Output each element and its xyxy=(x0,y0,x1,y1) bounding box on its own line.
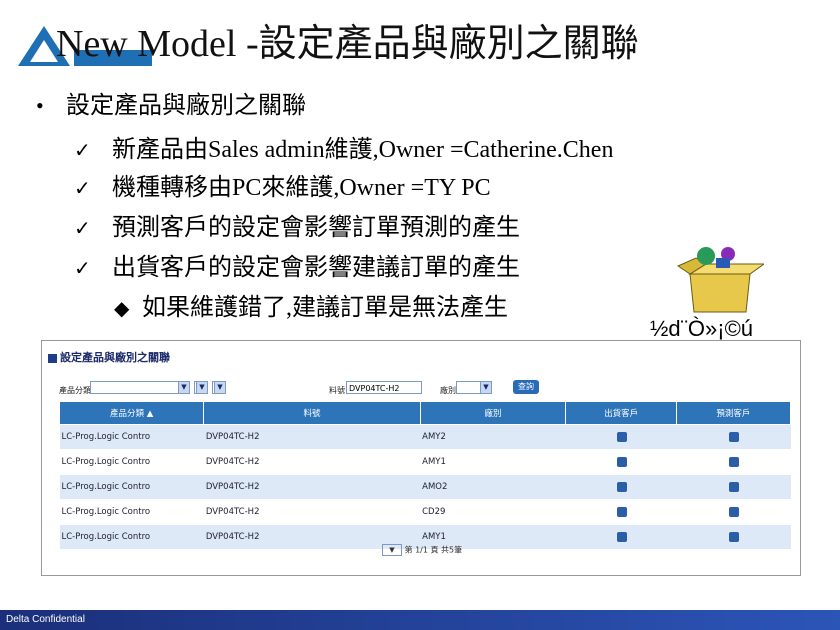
cell-plant: AMO2 xyxy=(420,474,566,500)
chevron-down-icon: ▼ xyxy=(196,382,207,393)
cell-product-class: LC-Prog.Logic Contro xyxy=(59,499,204,525)
pager-text: 第 1/1 頁 共5筆 xyxy=(404,545,463,555)
sub-bullet-text: 如果維護錯了,建議訂單是無法產生 xyxy=(142,295,508,321)
ship-customer-cell[interactable] xyxy=(565,524,677,550)
check-item-text: 機種轉移由PC來維護,Owner =TY PC xyxy=(112,175,491,201)
cell-plant: AMY1 xyxy=(420,449,566,475)
ship-customer-icon[interactable] xyxy=(616,531,627,542)
table-row: LC-Prog.Logic Contro DVP04TC-H2 AMO2 xyxy=(59,474,791,500)
sub-class-select[interactable]: ▼ xyxy=(194,381,208,394)
forecast-customer-cell[interactable] xyxy=(676,449,791,475)
col-plant[interactable]: 廠別 xyxy=(419,401,567,425)
table-row: LC-Prog.Logic Contro DVP04TC-H2 CD29 xyxy=(59,499,791,525)
cell-product-class: LC-Prog.Logic Contro xyxy=(59,449,204,475)
main-bullet: • 設定產品與廠別之關聯 xyxy=(36,90,306,122)
forecast-customer-icon[interactable] xyxy=(728,481,739,492)
col-part-number[interactable]: 料號 xyxy=(203,401,421,425)
col-ship-customer[interactable]: 出貨客戶 xyxy=(565,401,677,425)
check-item: ✓ 機種轉移由PC來維護,Owner =TY PC xyxy=(74,172,491,204)
cell-product-class: LC-Prog.Logic Contro xyxy=(59,474,204,500)
ship-customer-icon[interactable] xyxy=(616,506,627,517)
cell-part-number: DVP04TC-H2 xyxy=(203,424,421,450)
forecast-customer-icon[interactable] xyxy=(728,431,739,442)
check-icon: ✓ xyxy=(74,256,91,280)
check-item: ✓ 新產品由Sales admin維護,Owner =Catherine.Chen xyxy=(74,134,613,166)
pager: ▼ 第 1/1 頁 共5筆 xyxy=(382,544,462,556)
forecast-customer-icon[interactable] xyxy=(728,456,739,467)
model-label: 料號 xyxy=(329,386,345,395)
cell-product-class: LC-Prog.Logic Contro xyxy=(59,424,204,450)
page-select[interactable]: ▼ xyxy=(382,544,402,556)
forecast-customer-cell[interactable] xyxy=(676,524,791,550)
check-item: ✓ 出貨客戶的設定會影響建議訂單的產生 xyxy=(74,252,520,284)
cell-plant: AMY2 xyxy=(420,424,566,450)
model-input[interactable]: DVP04TC-H2 xyxy=(346,381,422,394)
embedded-package-icon[interactable] xyxy=(676,244,764,314)
table-row: LC-Prog.Logic Contro DVP04TC-H2 AMY2 xyxy=(59,424,791,450)
ship-customer-cell[interactable] xyxy=(565,424,677,450)
plant-select[interactable]: ▼ xyxy=(456,381,492,394)
ship-customer-cell[interactable] xyxy=(565,474,677,500)
ship-customer-icon[interactable] xyxy=(616,431,627,442)
forecast-customer-cell[interactable] xyxy=(676,499,791,525)
check-icon: ✓ xyxy=(74,176,91,200)
data-grid: 產品分類 ▲ 料號 廠別 出貨客戶 預測客戶 LC-Prog.Logic Con… xyxy=(58,401,792,550)
check-item: ✓ 預測客戶的設定會影響訂單預測的產生 xyxy=(74,212,520,244)
check-item-text: 出貨客戶的設定會影響建議訂單的產生 xyxy=(112,255,520,281)
sub-class-select-2[interactable]: ▼ xyxy=(212,381,226,394)
app-title-text: 設定產品與廠別之關聯 xyxy=(60,351,170,364)
forecast-customer-cell[interactable] xyxy=(676,474,791,500)
cell-part-number: DVP04TC-H2 xyxy=(203,474,421,500)
ship-customer-cell[interactable] xyxy=(565,499,677,525)
footer-text: Delta Confidential xyxy=(6,614,85,625)
sub-bullet: ◆ 如果維護錯了,建議訂單是無法產生 xyxy=(114,292,508,324)
slide-title: New Model -設定產品與廠別之關聯 xyxy=(56,23,639,65)
plant-label: 廠別 xyxy=(440,386,456,395)
diamond-icon: ◆ xyxy=(114,296,130,320)
table-row: LC-Prog.Logic Contro DVP04TC-H2 AMY1 xyxy=(59,449,791,475)
chevron-down-icon: ▼ xyxy=(178,382,189,393)
forecast-customer-icon[interactable] xyxy=(728,531,739,542)
cell-part-number: DVP04TC-H2 xyxy=(203,499,421,525)
chevron-down-icon: ▼ xyxy=(214,382,225,393)
product-class-select[interactable]: ▼ xyxy=(90,381,190,394)
chevron-down-icon: ▼ xyxy=(480,382,491,393)
title-square-icon xyxy=(48,353,57,363)
check-icon: ✓ xyxy=(74,138,91,162)
col-forecast-customer[interactable]: 預測客戶 xyxy=(675,401,792,425)
forecast-customer-icon[interactable] xyxy=(728,506,739,517)
ship-customer-icon[interactable] xyxy=(616,481,627,492)
forecast-customer-cell[interactable] xyxy=(676,424,791,450)
app-screenshot: 設定產品與廠別之關聯 產品分類 ▼ ▼ ▼ 料號 DVP04TC-H2 廠別 ▼… xyxy=(41,340,801,576)
check-icon: ✓ xyxy=(74,216,91,240)
check-item-text: 預測客戶的設定會影響訂單預測的產生 xyxy=(112,215,520,241)
cell-plant: CD29 xyxy=(420,499,566,525)
product-class-label: 產品分類 xyxy=(59,386,91,395)
embedded-object-label[interactable]: ½d¨Ò»¡©ú xyxy=(650,316,753,342)
footer-bar: Delta Confidential xyxy=(0,610,840,630)
cell-part-number: DVP04TC-H2 xyxy=(203,449,421,475)
ship-customer-cell[interactable] xyxy=(565,449,677,475)
query-button[interactable]: 查詢 xyxy=(513,380,539,394)
col-product-class[interactable]: 產品分類 ▲ xyxy=(58,401,205,425)
ship-customer-icon[interactable] xyxy=(616,456,627,467)
check-item-text: 新產品由Sales admin維護,Owner =Catherine.Chen xyxy=(112,137,614,163)
bullet-glyph: • xyxy=(36,93,44,118)
cell-product-class: LC-Prog.Logic Contro xyxy=(59,524,204,550)
app-title: 設定產品與廠別之關聯 xyxy=(48,349,170,365)
main-bullet-text: 設定產品與廠別之關聯 xyxy=(66,93,306,119)
